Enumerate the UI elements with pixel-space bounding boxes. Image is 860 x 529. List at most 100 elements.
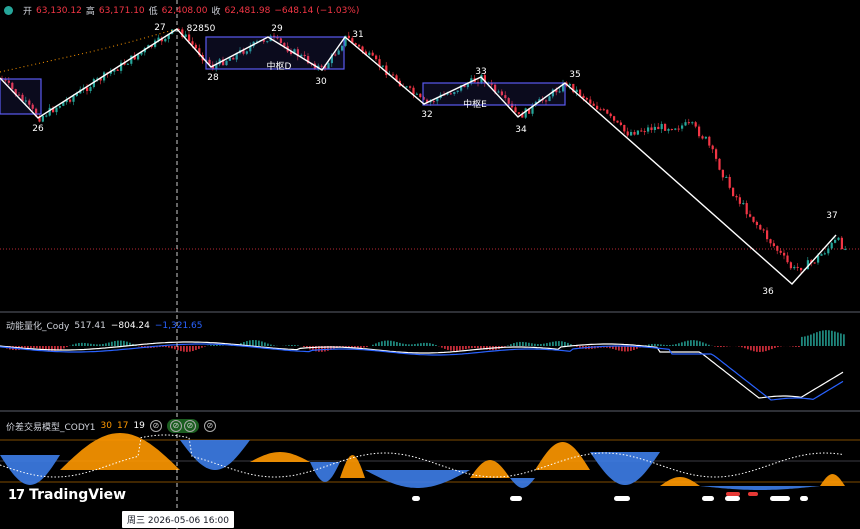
open-label: 开 bbox=[23, 7, 33, 17]
signal-marker-white bbox=[614, 496, 630, 501]
candle-body bbox=[58, 105, 61, 108]
momentum-bar bbox=[258, 340, 260, 346]
chart-container[interactable]: 中枢D 中枢E 26 27 82850 28 29 30 31 32 33 34… bbox=[0, 0, 860, 529]
spread-model-pane[interactable] bbox=[0, 433, 860, 501]
momentum-bar bbox=[423, 342, 425, 346]
candle-body bbox=[592, 103, 595, 106]
momentum-bar bbox=[261, 341, 263, 346]
momentum-bar bbox=[687, 340, 689, 346]
momentum-bar bbox=[828, 330, 830, 346]
candle-body bbox=[698, 126, 701, 137]
toggle-icon-1[interactable]: ⊘ bbox=[149, 420, 162, 432]
candle-body bbox=[412, 87, 415, 95]
momentum-bar bbox=[165, 346, 167, 348]
candle-body bbox=[755, 221, 758, 226]
candle-body bbox=[800, 267, 803, 271]
spread-area-orange bbox=[660, 477, 700, 486]
momentum-bar bbox=[624, 346, 626, 352]
signal-marker-white bbox=[800, 496, 808, 501]
candle-body bbox=[640, 130, 643, 132]
candle-body bbox=[126, 63, 129, 65]
candle-body bbox=[749, 214, 752, 217]
candle-body bbox=[643, 131, 646, 133]
candle-body bbox=[670, 128, 673, 130]
momentum-bar bbox=[426, 342, 428, 346]
chart-canvas[interactable]: 中枢D 中枢E 26 27 82850 28 29 30 31 32 33 34… bbox=[0, 0, 860, 529]
momentum-bar bbox=[519, 341, 521, 346]
candle-body bbox=[823, 253, 826, 255]
spread-indicator-name[interactable]: 价差交易模型_CODY1 bbox=[6, 420, 96, 433]
momentum-bar bbox=[549, 342, 551, 346]
spread-areas bbox=[0, 433, 845, 490]
candle-body bbox=[650, 127, 653, 130]
momentum-bar bbox=[564, 341, 566, 346]
momentum-bar bbox=[546, 343, 548, 346]
high-price-label: 82850 bbox=[187, 24, 216, 34]
toggle-icon-3[interactable]: ⊘ bbox=[183, 420, 196, 432]
momentum-bar bbox=[744, 346, 746, 349]
toggle-group[interactable]: ⊘ ⊘ bbox=[166, 419, 199, 433]
momentum-bar bbox=[87, 343, 89, 346]
momentum-bar bbox=[429, 343, 431, 346]
momentum-bar bbox=[813, 333, 815, 346]
high-value: 63,171.10 bbox=[98, 5, 145, 16]
low-value: 62,408.00 bbox=[161, 5, 208, 16]
momentum-bar bbox=[450, 346, 452, 351]
momentum-bar bbox=[60, 346, 62, 350]
momentum-bar bbox=[759, 346, 761, 352]
momentum-bar bbox=[738, 346, 740, 347]
momentum-bar bbox=[657, 344, 659, 346]
candle-body bbox=[718, 158, 721, 170]
momentum-bar bbox=[804, 336, 806, 346]
momentum-bar bbox=[762, 346, 764, 352]
candle-body bbox=[86, 87, 89, 92]
candle-body bbox=[704, 136, 707, 139]
candle-body bbox=[116, 69, 119, 71]
momentum-bar bbox=[774, 346, 776, 348]
momentum-bar bbox=[705, 343, 707, 346]
toggle-icon-2[interactable]: ⊘ bbox=[169, 420, 182, 432]
candle-body bbox=[677, 128, 680, 130]
spread-area-orange bbox=[820, 474, 845, 486]
candle-body bbox=[715, 149, 718, 159]
momentum-bar bbox=[741, 346, 743, 348]
spread-area-blue bbox=[180, 440, 250, 470]
momentum-bar bbox=[522, 341, 524, 346]
momentum-bar bbox=[435, 344, 437, 346]
momentum-bar bbox=[273, 345, 275, 346]
candle-body bbox=[69, 99, 72, 102]
spread-area-blue bbox=[590, 452, 660, 485]
candle-body bbox=[568, 83, 571, 86]
candle-body bbox=[766, 230, 769, 240]
momentum-bar bbox=[525, 342, 527, 346]
momentum-bar bbox=[102, 343, 104, 346]
momentum-bar bbox=[720, 346, 722, 348]
tradingview-logo[interactable]: 17 TradingView bbox=[8, 487, 126, 503]
signal-marker-white bbox=[702, 496, 714, 501]
momentum-bar bbox=[372, 344, 374, 346]
candle-body bbox=[786, 255, 789, 263]
momentum-bar bbox=[816, 332, 818, 346]
open-value: 63,130.12 bbox=[36, 5, 82, 16]
momentum-legend[interactable]: 动能量化_Cody 517.41 −804.24 −1,321.65 bbox=[6, 319, 203, 333]
momentum-bar bbox=[432, 343, 434, 346]
momentum-indicator-name[interactable]: 动能量化_Cody bbox=[6, 319, 69, 332]
spread-legend[interactable]: 价差交易模型_CODY1 30 17 19 ⊘ ⊘ ⊘ ⊘ bbox=[6, 419, 216, 433]
candle-body bbox=[647, 127, 650, 132]
signal-marker-red bbox=[726, 492, 740, 496]
candle-body bbox=[742, 203, 745, 205]
momentum-bar bbox=[219, 345, 221, 346]
pivot-label-26: 26 bbox=[32, 124, 44, 134]
momentum-bar bbox=[408, 344, 410, 346]
momentum-bar bbox=[474, 346, 476, 348]
momentum-pane[interactable] bbox=[0, 330, 845, 401]
momentum-bar bbox=[567, 342, 569, 346]
candle-body bbox=[793, 266, 796, 269]
price-pane[interactable]: 中枢D 中枢E 26 27 82850 28 29 30 31 32 33 34… bbox=[0, 23, 860, 297]
candle-body bbox=[694, 122, 697, 127]
momentum-bar bbox=[117, 340, 119, 346]
candle-body bbox=[623, 124, 626, 132]
logo-text: TradingView bbox=[29, 487, 127, 503]
candle-body bbox=[609, 113, 612, 117]
toggle-icon-4[interactable]: ⊘ bbox=[203, 420, 216, 432]
